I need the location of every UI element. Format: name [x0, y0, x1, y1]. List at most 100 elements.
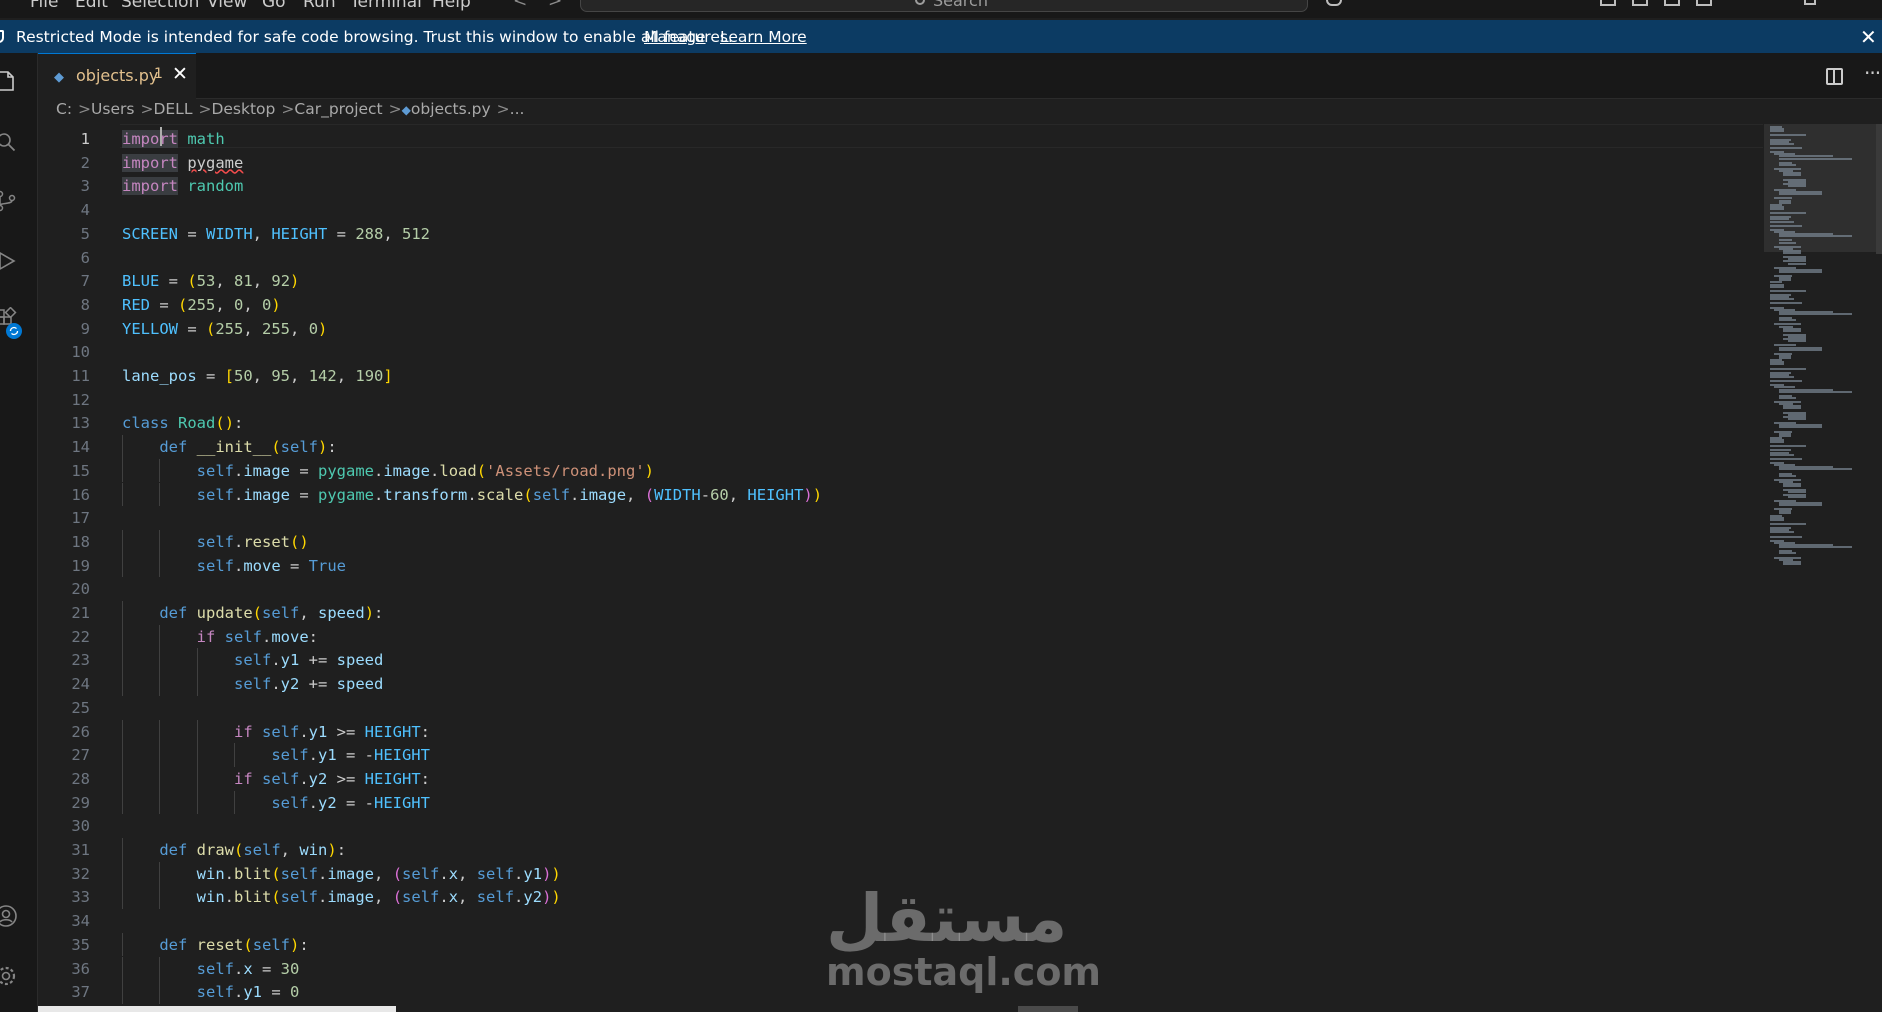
minimap-line — [1778, 312, 1853, 315]
learn-more-link[interactable]: Learn More — [720, 28, 807, 46]
code-line[interactable]: self.y2 += speed — [122, 672, 383, 696]
line-number: 33 — [71, 888, 90, 907]
line-number: 13 — [71, 414, 90, 433]
code-line[interactable]: RED = (255, 0, 0) — [122, 293, 281, 317]
minimap-line — [1778, 193, 1822, 196]
code-line[interactable]: def draw(self, win): — [122, 838, 346, 862]
line-number: 18 — [71, 532, 90, 551]
breadcrumb-car-project[interactable]: Car_project — [294, 100, 382, 118]
code-line[interactable]: if self.y1 >= HEIGHT: — [122, 720, 430, 744]
code-line[interactable]: win.blit(self.image, (self.x, self.y2)) — [122, 885, 561, 909]
minimap-line — [1778, 157, 1853, 160]
source-control-icon[interactable] — [0, 189, 18, 213]
manage-gear-icon[interactable] — [0, 964, 18, 988]
mostaql-watermark: مستقل mostaql.com — [820, 880, 1101, 1000]
account-icon[interactable] — [0, 904, 18, 928]
chevron-right-icon: > — [198, 100, 212, 118]
menu-edit[interactable]: Edit — [75, 0, 108, 12]
menu-view[interactable]: View — [207, 0, 247, 12]
line-number: 27 — [71, 746, 90, 765]
breadcrumb-dell[interactable]: DELL — [153, 100, 192, 118]
minimap-line — [1778, 390, 1853, 393]
minimap-line — [1770, 224, 1802, 227]
code-line[interactable]: self.y1 += speed — [122, 648, 383, 672]
run-debug-icon[interactable] — [0, 249, 18, 273]
code-line[interactable]: class Road(): — [122, 411, 243, 435]
command-center-search[interactable]: Search — [580, 0, 1308, 12]
explorer-icon[interactable] — [0, 69, 18, 93]
code-line[interactable]: self.x = 30 — [122, 957, 300, 981]
code-line[interactable]: self.y1 = -HEIGHT — [122, 743, 430, 767]
code-line[interactable]: self.image = pygame.image.load('Assets/r… — [122, 459, 654, 483]
minimap[interactable] — [1764, 124, 1882, 1004]
menu-run[interactable]: Run — [303, 0, 336, 12]
breadcrumb-drive[interactable]: C: — [56, 100, 72, 118]
minimap-line — [1770, 367, 1807, 370]
toggle-secondary-sidebar-icon[interactable] — [1664, 0, 1680, 6]
copilot-chat-icon[interactable] — [1326, 0, 1342, 6]
code-line[interactable]: def update(self, speed): — [122, 601, 383, 625]
code-line[interactable]: BLUE = (53, 81, 92) — [122, 269, 299, 293]
breadcrumb-users[interactable]: Users — [91, 100, 134, 118]
code-line[interactable]: import random — [122, 174, 243, 198]
more-actions-icon[interactable]: ··· — [1864, 61, 1881, 85]
close-icon[interactable]: ✕ — [172, 63, 188, 85]
minimap-line — [1778, 552, 1797, 555]
tab-filename: objects.py — [76, 66, 159, 85]
horizontal-scroll-thumb[interactable] — [38, 1006, 396, 1012]
minimap-line — [1770, 453, 1795, 456]
code-line[interactable]: if self.y2 >= HEIGHT: — [122, 767, 430, 791]
code-line[interactable]: def __init__(self): — [122, 435, 336, 459]
tab-objects-py[interactable]: ◆ objects.py 1 ✕ — [38, 53, 196, 99]
code-line[interactable]: self.y2 = -HEIGHT — [122, 791, 430, 815]
code-line[interactable]: self.image = pygame.transform.scale(self… — [122, 483, 822, 507]
menu-go[interactable]: Go — [262, 0, 286, 12]
code-line[interactable]: import pygame — [122, 151, 243, 175]
line-number: 29 — [71, 793, 90, 812]
toggle-panel-icon[interactable] — [1632, 0, 1648, 6]
line-number: 9 — [80, 319, 90, 338]
minimap-line — [1783, 407, 1801, 410]
search-placeholder: Search — [933, 0, 988, 10]
code-line[interactable]: if self.move: — [122, 625, 318, 649]
code-line[interactable]: win.blit(self.image, (self.x, self.y1)) — [122, 862, 561, 886]
chevron-right-icon: > — [78, 100, 92, 118]
menu-terminal[interactable]: Terminal — [350, 0, 422, 12]
menu-help[interactable]: Help — [432, 0, 471, 12]
toggle-primary-sidebar-icon[interactable] — [1600, 0, 1616, 6]
line-number: 6 — [80, 248, 90, 267]
code-line[interactable]: lane_pos = [50, 95, 142, 190] — [122, 364, 393, 388]
breadcrumb-file[interactable]: objects.py — [411, 100, 491, 118]
code-line[interactable]: self.reset() — [122, 530, 309, 554]
line-number: 2 — [80, 153, 90, 172]
breadcrumb-symbols[interactable]: ... — [510, 100, 525, 118]
code-line[interactable]: self.y1 = 0 — [122, 980, 300, 1004]
line-number: 34 — [71, 912, 90, 931]
forward-arrow-icon[interactable]: > — [548, 0, 562, 11]
problem-count-badge: 1 — [154, 66, 163, 82]
menu-selection[interactable]: Selection — [121, 0, 199, 12]
back-arrow-icon[interactable]: < — [513, 0, 527, 11]
shield-icon — [0, 30, 4, 43]
code-line[interactable]: SCREEN = WIDTH, HEIGHT = 288, 512 — [122, 222, 430, 246]
code-line[interactable]: self.move = True — [122, 554, 346, 578]
search-icon[interactable] — [0, 130, 18, 154]
minimap-line — [1783, 329, 1801, 332]
maximize-window-icon[interactable] — [1804, 0, 1816, 5]
breadcrumb-desktop[interactable]: Desktop — [211, 100, 275, 118]
minimap-line — [1783, 485, 1801, 488]
code-editor[interactable]: 1 2 3 4 5 6 7 8 9 10 11 12 13 14 15 16 17 18 19 20 21 22 23 24 2… — [38, 124, 1763, 1004]
minimap-line — [1778, 504, 1822, 506]
minimap-line — [1770, 531, 1795, 534]
menu-file[interactable]: File — [30, 0, 58, 12]
vertical-scrollbar[interactable] — [1876, 124, 1882, 254]
split-editor-icon[interactable] — [1826, 68, 1843, 85]
chevron-right-icon: > — [496, 100, 510, 118]
close-icon[interactable]: ✕ — [1860, 25, 1877, 49]
line-number: 17 — [71, 509, 90, 528]
code-line[interactable]: import math — [122, 127, 225, 151]
manage-link[interactable]: Manage — [644, 28, 706, 46]
code-line[interactable]: def reset(self): — [122, 933, 308, 957]
customize-layout-icon[interactable] — [1696, 0, 1712, 6]
code-line[interactable]: YELLOW = (255, 255, 0) — [122, 317, 327, 341]
